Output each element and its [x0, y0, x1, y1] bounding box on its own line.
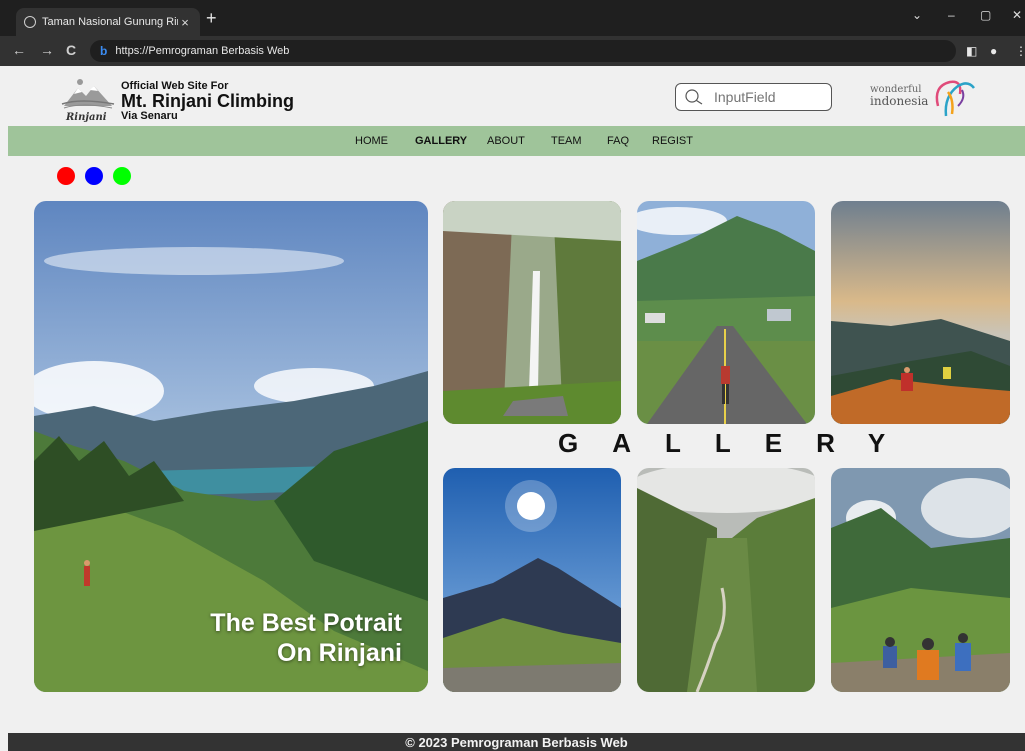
caption-line-2: On Rinjani [277, 639, 402, 667]
gallery-title: GALLERY [558, 428, 920, 458]
browser-tab[interactable]: Taman Nasional Gunung Rinjani × [16, 8, 200, 36]
close-window-icon[interactable]: ✕ [1012, 8, 1022, 22]
partner-line-2: indonesia [870, 94, 929, 108]
gallery-photo-sunrise[interactable] [831, 201, 1010, 424]
menu-icon[interactable]: ⋮ [1015, 44, 1025, 58]
feature-caption: The Best Potrait On Rinjani [210, 608, 402, 668]
profile-icon[interactable]: ● [990, 44, 997, 58]
address-bar-row: ← → C b https://Pemrograman Berbasis Web… [0, 36, 1025, 66]
forward-icon[interactable]: → [40, 43, 54, 57]
search-icon [685, 89, 703, 105]
gallery-photo-valley[interactable] [637, 468, 815, 692]
brand-line-3: Via Senaru [121, 110, 178, 122]
caption-line-1: The Best Potrait [210, 609, 402, 637]
web-page: Rinjani Official Web Site For Mt. Rinjan… [8, 66, 1025, 751]
minimize-icon[interactable]: – [948, 8, 955, 22]
nav-about[interactable]: ABOUT [487, 135, 525, 147]
back-icon[interactable]: ← [12, 43, 26, 57]
gallery-photo-road[interactable] [637, 201, 815, 424]
feature-photo[interactable]: The Best Potrait On Rinjani [34, 201, 428, 692]
restore-icon[interactable]: ▢ [980, 8, 991, 22]
rinjani-logo[interactable]: Rinjani [60, 74, 116, 123]
gallery-photo-summit[interactable] [443, 468, 621, 692]
bing-icon: b [100, 44, 108, 58]
search-input[interactable] [714, 89, 814, 105]
close-tab-icon[interactable]: × [178, 15, 192, 30]
new-tab-button[interactable]: + [206, 9, 217, 27]
nav-faq[interactable]: FAQ [607, 135, 629, 147]
gallery-photo-waterfall[interactable] [443, 201, 621, 424]
logo-text: Rinjani [65, 112, 107, 122]
browser-tab-bar: Taman Nasional Gunung Rinjani × + ⌄ – ▢ … [0, 0, 1025, 36]
nav-gallery[interactable]: GALLERY [415, 135, 467, 147]
gallery-photo-hikers[interactable] [831, 468, 1010, 692]
site-brand: Official Web Site For Mt. Rinjani Climbi… [121, 80, 294, 122]
tab-search-icon[interactable]: ⌄ [912, 8, 922, 22]
blue-dot[interactable] [85, 167, 103, 185]
green-dot[interactable] [113, 167, 131, 185]
search-box[interactable] [675, 83, 832, 111]
url-text: https://Pemrograman Berbasis Web [115, 45, 290, 57]
address-bar[interactable]: b https://Pemrograman Berbasis Web [90, 40, 956, 62]
sidepanel-icon[interactable]: ◧ [966, 44, 977, 58]
globe-icon [24, 16, 36, 28]
site-footer: © 2023 Pemrograman Berbasis Web [8, 733, 1025, 751]
site-header: Rinjani Official Web Site For Mt. Rinjan… [8, 66, 1025, 126]
nav-home[interactable]: HOME [355, 135, 388, 147]
nav-team[interactable]: TEAM [551, 135, 582, 147]
red-dot[interactable] [57, 167, 75, 185]
brand-title: Mt. Rinjani Climbing [121, 91, 294, 111]
wonderful-indonesia-logo[interactable]: wonderful indonesia [868, 76, 978, 120]
reload-icon[interactable]: C [66, 43, 76, 57]
nav-regist[interactable]: REGIST [652, 135, 693, 147]
main-nav: HOME GALLERY ABOUT TEAM FAQ REGIST [8, 126, 1025, 156]
tab-title: Taman Nasional Gunung Rinjani [42, 16, 178, 28]
